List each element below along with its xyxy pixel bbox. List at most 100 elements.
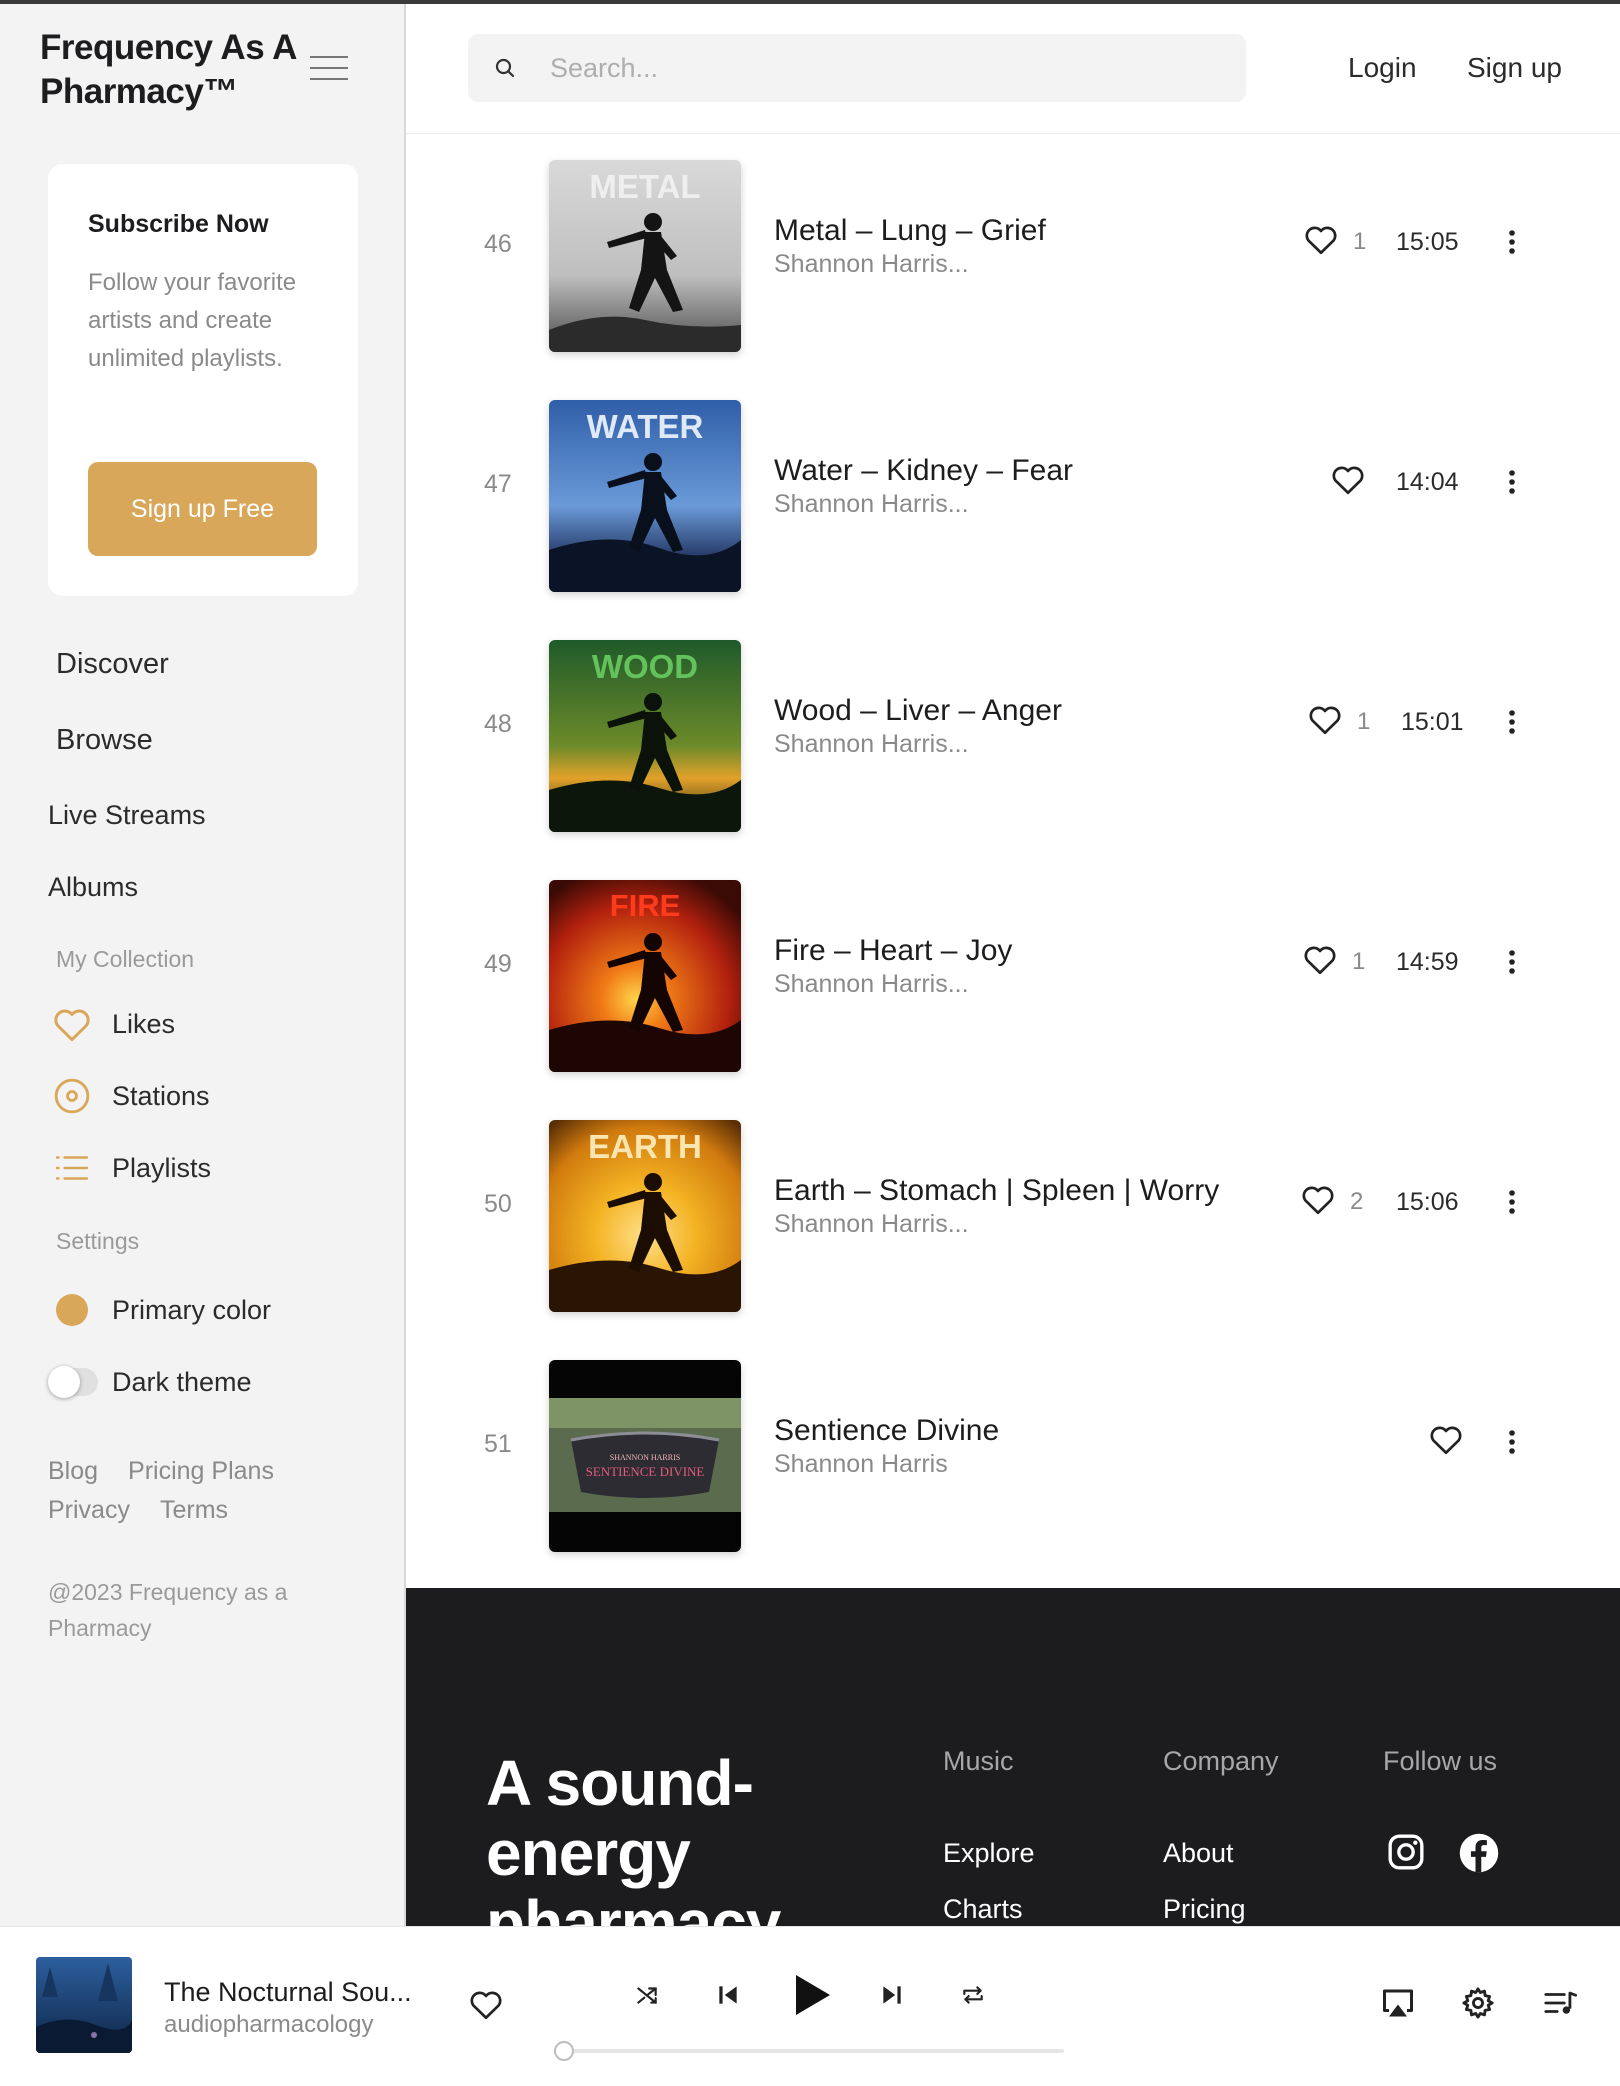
section-settings: Settings [56, 1228, 140, 1254]
section-my-collection: My Collection [56, 946, 195, 972]
primary-color-swatch[interactable] [52, 1290, 92, 1330]
track-cover[interactable]: FIRE [549, 880, 741, 1072]
track-number: 47 [484, 470, 512, 498]
play-icon[interactable] [788, 1971, 836, 2019]
queue-icon[interactable] [1540, 1983, 1580, 2023]
nav-likes[interactable]: Likes [52, 1004, 175, 1044]
track-title[interactable]: Fire – Heart – Joy [774, 934, 1012, 968]
heart-icon[interactable] [1303, 222, 1339, 258]
facebook-icon[interactable] [1458, 1832, 1502, 1876]
link-privacy[interactable]: Privacy [48, 1496, 130, 1524]
heart-icon[interactable] [1300, 1182, 1336, 1218]
primary-color-setting[interactable]: Primary color [52, 1290, 271, 1330]
track-duration: 14:04 [1396, 468, 1459, 496]
track-title[interactable]: Sentience Divine [774, 1414, 999, 1448]
track-artist[interactable]: Shannon Harris... [774, 1210, 969, 1239]
like-count: 2 [1350, 1188, 1364, 1215]
search-input[interactable] [550, 52, 1190, 84]
cover-label: EARTH [588, 1128, 702, 1165]
heart-icon [52, 1004, 92, 1044]
primary-color-label: Primary color [112, 1294, 272, 1325]
heart-icon[interactable] [1302, 942, 1338, 978]
track-row[interactable]: 51 SHANNON HARRIS SENTIENCE DIVINE Senti… [406, 1334, 1620, 1574]
dark-theme-toggle[interactable] [48, 1362, 98, 1402]
like-count: 1 [1357, 708, 1371, 735]
more-icon[interactable] [1500, 1184, 1524, 1220]
now-playing-artist[interactable]: audiopharmacology [164, 2011, 373, 2039]
track-row[interactable]: 48 WOOD Wood – Liver – Anger Shannon Har… [406, 614, 1620, 854]
footer-link-explore[interactable]: Explore [943, 1838, 1035, 1869]
track-artist[interactable]: Shannon Harris... [774, 730, 969, 759]
site-footer: A sound-energy pharmacy Music Company Fo… [406, 1588, 1620, 1926]
more-icon[interactable] [1500, 464, 1524, 500]
track-cover[interactable]: SHANNON HARRIS SENTIENCE DIVINE [549, 1360, 741, 1552]
footer-link-pricing[interactable]: Pricing [1163, 1894, 1246, 1925]
nav-albums[interactable]: Albums [48, 872, 138, 903]
dark-theme-setting[interactable]: Dark theme [48, 1362, 252, 1402]
search-icon[interactable] [490, 53, 520, 83]
copyright: @2023 Frequency as a Pharmacy [48, 1579, 288, 1641]
airplay-icon[interactable] [1378, 1983, 1418, 2023]
nav-stations[interactable]: Stations [52, 1076, 210, 1116]
link-terms[interactable]: Terms [160, 1496, 228, 1524]
progress-knob[interactable] [554, 2041, 574, 2061]
subscribe-text: Follow your favorite artists and create … [88, 269, 297, 372]
shuffle-icon[interactable] [632, 1977, 662, 2013]
track-artist[interactable]: Shannon Harris... [774, 970, 969, 999]
track-title[interactable]: Wood – Liver – Anger [774, 694, 1062, 728]
link-blog[interactable]: Blog [48, 1457, 98, 1485]
signup-link[interactable]: Sign up [1467, 52, 1562, 84]
more-icon[interactable] [1500, 944, 1524, 980]
more-icon[interactable] [1500, 224, 1524, 260]
heart-icon[interactable] [468, 1987, 504, 2023]
track-row[interactable]: 50 EARTH Earth – Stomach | Spleen | Worr… [406, 1094, 1620, 1334]
nav-browse[interactable]: Browse [56, 724, 153, 757]
track-cover[interactable]: METAL [549, 160, 741, 352]
track-cover[interactable]: WATER [549, 400, 741, 592]
track-title[interactable]: Water – Kidney – Fear [774, 454, 1073, 488]
track-title[interactable]: Earth – Stomach | Spleen | Worry [774, 1174, 1219, 1208]
more-icon[interactable] [1500, 1424, 1524, 1460]
login-link[interactable]: Login [1348, 52, 1417, 84]
track-artist[interactable]: Shannon Harris... [774, 250, 969, 279]
station-icon [52, 1076, 92, 1116]
like-count: 1 [1352, 948, 1366, 975]
cover-label-2: SENTIENCE DIVINE [586, 1464, 705, 1479]
track-row[interactable]: 46 METAL Metal – Lung – Grief Shannon Ha… [406, 134, 1620, 374]
progress-bar[interactable] [558, 2049, 1064, 2053]
nav-playlists[interactable]: Playlists [52, 1148, 211, 1188]
now-playing-title[interactable]: The Nocturnal Sou... [164, 1977, 412, 2008]
cover-label: WATER [587, 408, 704, 445]
more-icon[interactable] [1500, 704, 1524, 740]
footer-link-charts[interactable]: Charts [943, 1894, 1023, 1925]
track-duration: 15:01 [1401, 708, 1464, 736]
subscribe-title: Subscribe Now [88, 210, 269, 238]
signup-free-button[interactable]: Sign up Free [88, 462, 317, 556]
track-row[interactable]: 47 WATER Water – Kidney – Fear Shannon H… [406, 374, 1620, 614]
nav-stations-label: Stations [112, 1080, 210, 1111]
track-row[interactable]: 49 FIRE Fire – Heart – Joy Shannon Harri… [406, 854, 1620, 1094]
track-number: 46 [484, 230, 512, 258]
nav-discover[interactable]: Discover [56, 648, 169, 681]
settings-icon[interactable] [1458, 1983, 1498, 2023]
next-icon[interactable] [876, 1977, 908, 2013]
track-cover[interactable]: WOOD [549, 640, 741, 832]
menu-icon[interactable] [310, 56, 348, 82]
track-artist[interactable]: Shannon Harris... [774, 490, 969, 519]
search-bar[interactable] [468, 34, 1246, 102]
track-number: 49 [484, 950, 512, 978]
previous-icon[interactable] [712, 1977, 744, 2013]
link-pricing-plans[interactable]: Pricing Plans [128, 1457, 274, 1485]
repeat-icon[interactable] [956, 1977, 990, 2013]
track-title[interactable]: Metal – Lung – Grief [774, 214, 1046, 248]
nav-live-streams[interactable]: Live Streams [48, 800, 206, 831]
brand-name[interactable]: Frequency As A Pharmacy™ [40, 26, 300, 114]
track-artist[interactable]: Shannon Harris [774, 1450, 948, 1479]
now-playing-cover[interactable] [36, 1957, 132, 2053]
heart-icon[interactable] [1307, 702, 1343, 738]
heart-icon[interactable] [1330, 462, 1366, 498]
instagram-icon[interactable] [1386, 1832, 1430, 1876]
footer-link-about[interactable]: About [1163, 1838, 1234, 1869]
track-cover[interactable]: EARTH [549, 1120, 741, 1312]
heart-icon[interactable] [1428, 1422, 1464, 1458]
